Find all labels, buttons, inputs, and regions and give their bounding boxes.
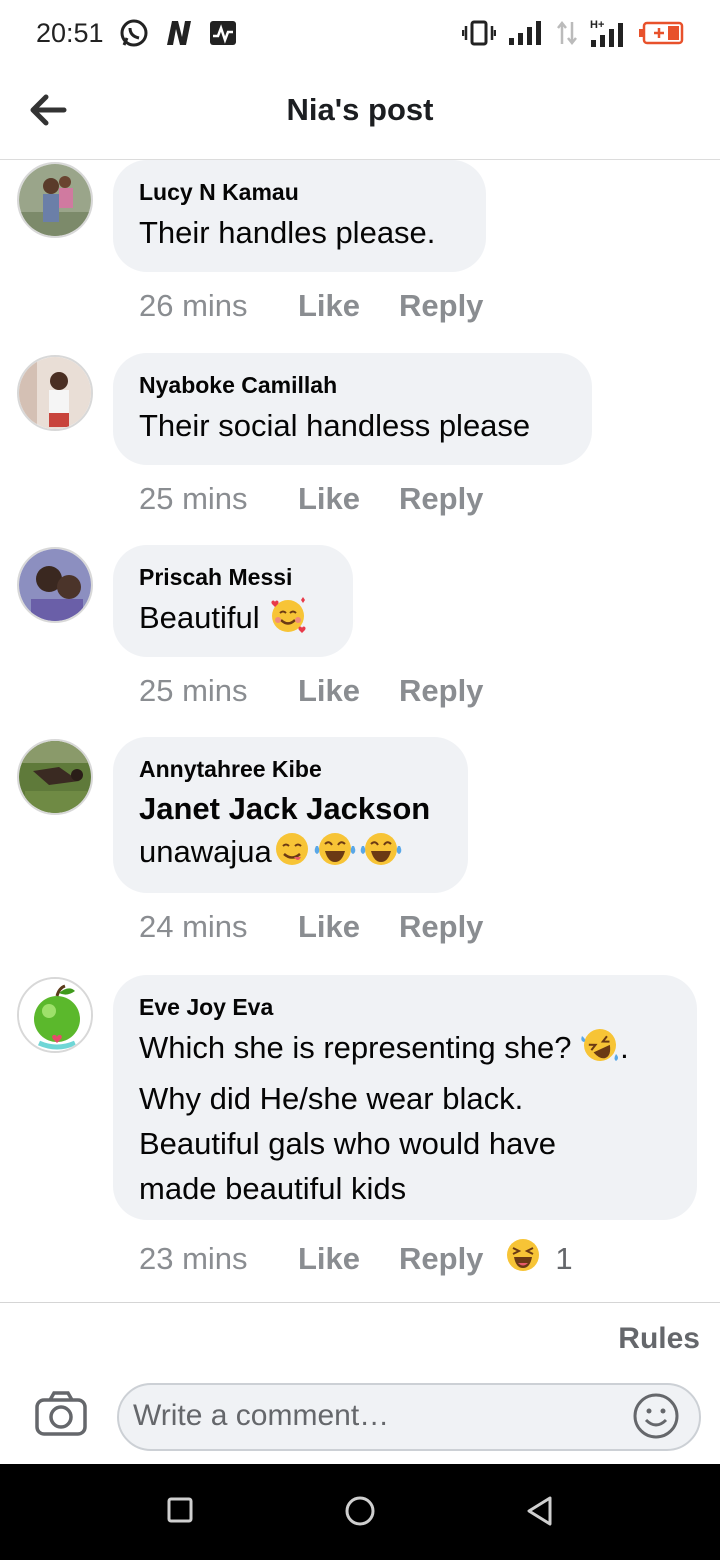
svg-text:H+: H+ [590,19,604,31]
comment-time[interactable]: 25 mins [139,481,298,517]
tears-of-joy-icon [312,830,358,879]
comment-time[interactable]: 25 mins [139,673,298,709]
comment-text-line: Beautiful gals who would have [139,1126,557,1161]
comment-meta: 25 mins Like Reply [139,481,483,517]
n-app-icon [164,19,194,47]
status-time: 20:51 [36,17,104,48]
reaction-count: 1 [555,1241,573,1276]
camera-icon [35,1391,87,1436]
h-plus-signal-icon: H+ [590,18,626,48]
camera-button[interactable] [34,1390,88,1438]
reaction-summary[interactable]: 1 [505,1237,573,1281]
like-button[interactable]: Like [298,288,399,324]
data-arrows-icon [556,20,578,46]
comment-text-line: made beautiful kids [139,1171,407,1206]
smiling-face-with-hearts-icon [268,596,308,646]
reply-button[interactable]: Reply [399,288,483,324]
squinting-laugh-icon [505,1237,541,1281]
avatar[interactable] [17,739,93,815]
comment-author[interactable]: Eve Joy Eva [139,993,671,1021]
comment-text-line: Which she is representing she? [139,1030,572,1065]
status-bar: 20:51 H+ [0,0,720,66]
back-triangle-icon[interactable] [524,1494,556,1533]
comment-meta: 25 mins Like Reply [139,673,483,709]
composer-divider [0,1302,720,1303]
reply-button[interactable]: Reply [399,673,483,709]
comment-author[interactable]: Lucy N Kamau [139,178,460,206]
comment-time[interactable]: 26 mins [139,288,298,324]
comment-bubble[interactable]: Lucy N Kamau Their handles please. [113,160,486,272]
avatar[interactable] [17,355,93,431]
comment-bubble[interactable]: Eve Joy Eva Which she is representing sh… [113,975,697,1220]
comment-author[interactable]: Priscah Messi [139,563,327,591]
tears-of-joy-icon [358,830,404,879]
system-navigation-bar [0,1464,720,1560]
comment-text: Their social handless please [139,408,531,443]
comment-meta: 26 mins Like Reply [139,288,483,324]
comment-author[interactable]: Nyaboke Camillah [139,371,566,399]
page-title: Nia's post [286,92,434,127]
comment-text: Their handles please. [139,215,436,250]
yum-face-icon [272,830,312,879]
rules-link[interactable]: Rules [618,1322,700,1356]
avatar[interactable] [17,977,93,1053]
comment-input-overlay [117,1383,701,1451]
comment-bubble[interactable]: Priscah Messi Beautiful [113,545,353,657]
comment-meta: 23 mins Like Reply 1 [139,1237,573,1281]
rolling-laughing-icon [580,1026,620,1076]
comment-bubble[interactable]: Nyaboke Camillah Their social handless p… [113,353,592,465]
comment-author[interactable]: Annytahree Kibe [139,755,442,783]
reply-button[interactable]: Reply [399,909,483,945]
post-header: Nia's post [0,66,720,160]
comment-text: unawajua [139,834,272,869]
comment-time[interactable]: 24 mins [139,909,298,945]
comment-time[interactable]: 23 mins [139,1241,298,1277]
home-circle-icon[interactable] [343,1494,377,1533]
battery-charging-icon [638,20,684,46]
whatsapp-icon [118,17,150,49]
reply-button[interactable]: Reply [399,481,483,517]
recents-square-icon[interactable] [166,1494,194,1533]
reply-button[interactable]: Reply [399,1241,483,1277]
like-button[interactable]: Like [298,909,399,945]
avatar[interactable] [17,162,93,238]
comment-text-line: Why did He/she wear black. [139,1081,524,1116]
like-button[interactable]: Like [298,481,399,517]
smiley-icon[interactable] [631,1391,681,1446]
like-button[interactable]: Like [298,673,399,709]
comment-text: Beautiful [139,600,260,635]
comment-text-punctuation: . [620,1030,629,1065]
activity-icon [208,19,238,47]
vibrate-icon [462,20,496,46]
comment-meta: 24 mins Like Reply [139,909,483,945]
comment-bubble[interactable]: Annytahree Kibe Janet Jack Jackson unawa… [113,737,468,893]
like-button[interactable]: Like [298,1241,399,1277]
avatar[interactable] [17,547,93,623]
mention-link[interactable]: Janet Jack Jackson [139,787,442,830]
signal-icon [508,20,544,46]
